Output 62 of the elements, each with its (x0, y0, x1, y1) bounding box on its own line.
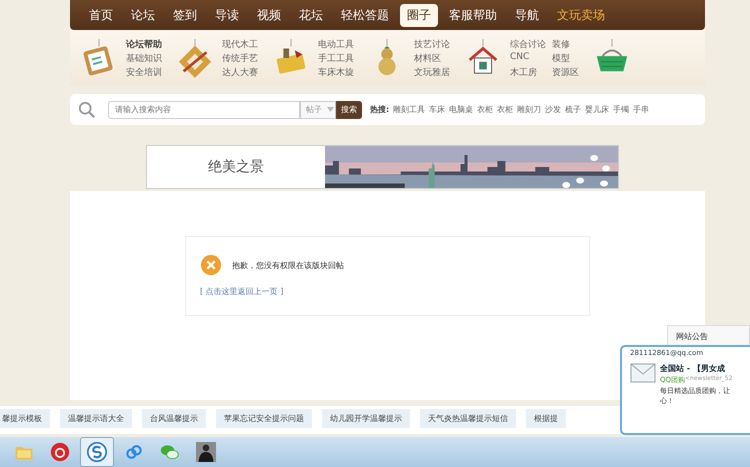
category-link[interactable]: 安全培训 (126, 66, 162, 78)
category-link[interactable]: 木工房 (510, 66, 546, 78)
nav-tab[interactable]: 签到 (166, 4, 204, 26)
hot-link[interactable]: 雕刻工具 (393, 104, 426, 115)
nav-tab[interactable]: 导读 (208, 4, 246, 26)
hot-label: 热搜: (370, 104, 390, 115)
announcement-title: 网站公告 (676, 330, 708, 342)
tag-link[interactable]: 温馨提示语大全 (60, 408, 132, 428)
hot-link[interactable]: 婴儿床 (585, 104, 610, 115)
caret-icon (327, 107, 334, 112)
tag-link[interactable]: 馨提示模板 (0, 408, 50, 428)
back-link[interactable]: [ 点击这里返回上一页 ] (200, 286, 284, 297)
category-link[interactable]: 综合讨论 (510, 38, 546, 50)
tag-link[interactable]: 幼儿园开学温馨提示 (322, 408, 410, 428)
category-link[interactable]: 基础知识 (126, 52, 162, 64)
music-icon (50, 442, 70, 462)
category-link[interactable]: 装修 (552, 38, 579, 50)
tag-link[interactable]: 台风温馨提示 (142, 408, 206, 428)
nav-tab[interactable]: 视频 (250, 4, 288, 26)
category-link[interactable]: CNC (510, 52, 546, 64)
category-link[interactable]: 论坛帮助 (126, 38, 162, 50)
nav-tab[interactable]: 圈子 (400, 4, 438, 26)
browser-icon (87, 442, 107, 462)
category-link[interactable]: 资源区 (552, 66, 579, 78)
hot-link[interactable]: 车床 (429, 104, 446, 115)
search-field[interactable]: 请输入搜索内容 (108, 100, 300, 118)
category-link[interactable]: 车床木旋 (318, 66, 354, 78)
hot-link[interactable]: 电脑桌 (449, 104, 474, 115)
category-link[interactable]: 传统手艺 (222, 52, 258, 64)
envelope-icon (630, 363, 656, 383)
category-link[interactable]: 达人大赛 (222, 66, 258, 78)
tag-link[interactable]: 天气炎热温馨提示短信 (420, 408, 516, 428)
nav-tab[interactable]: 导航 (508, 4, 546, 26)
nav-tab[interactable]: 论坛 (124, 4, 162, 26)
hot-link[interactable]: 衣柜 (477, 104, 494, 115)
tag-link[interactable]: 根据提 (526, 408, 566, 428)
nav-tab[interactable]: 客服帮助 (442, 4, 504, 26)
hot-link[interactable]: 手镯 (613, 104, 630, 115)
category-icon (176, 36, 214, 80)
hot-link[interactable]: 手串 (633, 104, 650, 115)
search-button[interactable]: 搜索 (336, 100, 362, 118)
nav-tab[interactable]: 花坛 (292, 4, 330, 26)
nav-tab[interactable]: 首页 (82, 4, 120, 26)
category-link[interactable]: 现代木工 (222, 38, 258, 50)
mail-subject: 全国站 - 【男女成 (660, 363, 726, 374)
category-link[interactable]: 材料区 (414, 52, 450, 64)
category-link[interactable]: 手工工具 (318, 52, 354, 64)
category-link[interactable]: 文玩雅居 (414, 66, 450, 78)
banner-title: 绝美之景 (207, 158, 265, 177)
category-link[interactable]: 技艺讨论 (414, 38, 450, 50)
nav-tab[interactable]: 文玩卖场 (550, 4, 612, 26)
category-link[interactable]: 电动工具 (318, 38, 354, 50)
hot-link[interactable]: 雕刻刀 (517, 104, 542, 115)
category-link[interactable]: 模型 (552, 52, 579, 64)
search-icon (78, 100, 96, 118)
tag-link[interactable]: 苹果忘记安全提示问题 (216, 408, 312, 428)
hot-link[interactable]: 梳子 (565, 104, 582, 115)
error-message: 抱歉，您没有权限在该版块回帖 (232, 260, 344, 270)
hot-link[interactable]: 沙发 (545, 104, 562, 115)
hot-link[interactable]: 衣柜 (497, 104, 514, 115)
error-icon (200, 254, 222, 276)
nav-tab[interactable]: 轻松答题 (334, 4, 396, 26)
